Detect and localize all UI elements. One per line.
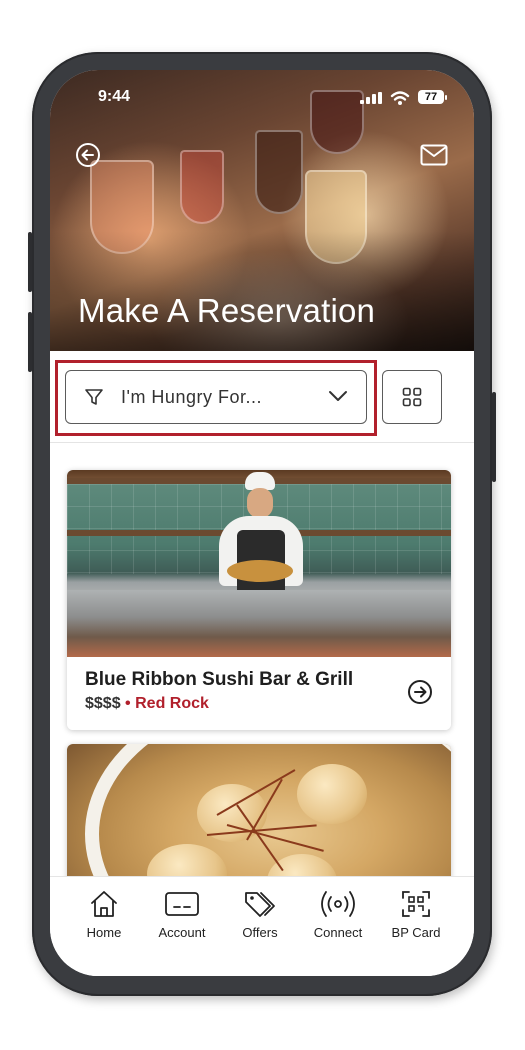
bottom-tab-bar: Home Account Offers Connect BP Card: [50, 876, 474, 976]
mail-icon[interactable]: [420, 144, 448, 166]
volume-button: [28, 312, 32, 372]
app-screen: 9:44 77 Make A Reservation I'm Hungry Fo…: [50, 70, 474, 976]
back-arrow-icon[interactable]: [75, 142, 101, 168]
restaurant-photo: [67, 470, 451, 657]
restaurant-name: Blue Ribbon Sushi Bar & Grill: [85, 669, 354, 690]
signal-icon: [360, 92, 382, 104]
volume-button: [28, 232, 32, 292]
broadcast-icon: [321, 891, 355, 917]
tab-bp-card[interactable]: BP Card: [376, 889, 456, 940]
qr-scan-icon: [402, 891, 430, 917]
grid-view-button[interactable]: [382, 370, 442, 424]
home-icon: [91, 891, 117, 917]
restaurant-card[interactable]: Blue Ribbon Sushi Bar & Grill $$$$ • Red…: [67, 470, 451, 730]
status-bar: 9:44 77: [50, 88, 474, 110]
tab-offers[interactable]: Offers: [220, 889, 300, 940]
separator-dot: •: [125, 695, 131, 712]
status-time: 9:44: [98, 88, 131, 105]
arrow-right-icon[interactable]: [407, 679, 433, 705]
tab-connect[interactable]: Connect: [298, 889, 378, 940]
card-icon: [165, 892, 199, 916]
tags-icon: [245, 892, 275, 917]
grid-icon: [402, 387, 422, 407]
cuisine-filter-dropdown[interactable]: I'm Hungry For...: [65, 370, 367, 424]
battery-icon: 77: [418, 90, 444, 104]
divider: [50, 442, 474, 443]
restaurant-location: Red Rock: [135, 695, 209, 712]
price-level: $$$$: [85, 695, 121, 712]
power-button: [492, 392, 496, 482]
tab-home[interactable]: Home: [64, 889, 144, 940]
tab-account[interactable]: Account: [142, 889, 222, 940]
page-title: Make A Reservation: [78, 292, 376, 329]
restaurant-meta: $$$$ • Red Rock: [85, 695, 209, 713]
chevron-down-icon: [329, 391, 347, 401]
hero-image: 9:44 77 Make A Reservation: [50, 70, 474, 351]
wifi-icon: [390, 91, 410, 105]
filter-placeholder: I'm Hungry For...: [121, 387, 262, 407]
filter-icon: [85, 389, 103, 405]
